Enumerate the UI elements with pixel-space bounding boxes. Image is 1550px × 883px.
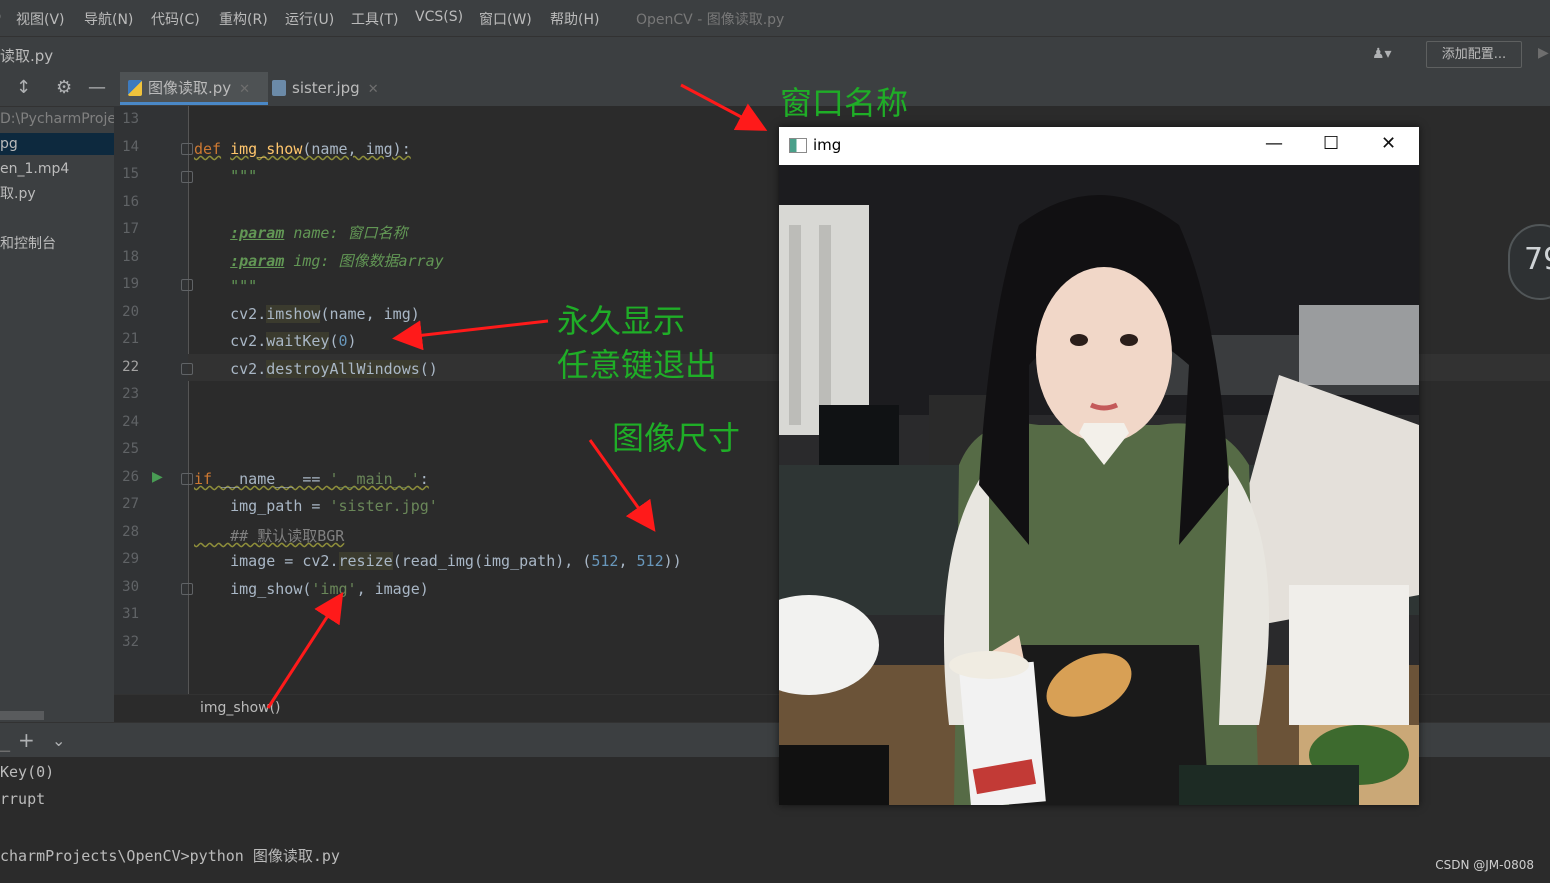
annotation-wait-key-1: 永久显示	[557, 302, 686, 340]
tab-label: sister.jpg	[292, 79, 360, 97]
tree-item[interactable]: en_1.mp4	[0, 158, 114, 180]
code-line-14: def img_show(name, img):	[194, 140, 411, 158]
chevron-down-icon[interactable]: ⌄	[52, 731, 65, 750]
terminal-tab-edge: _	[0, 728, 10, 752]
code-line-21: cv2.waitKey(0)	[194, 332, 357, 350]
close-tab-icon[interactable]: ✕	[239, 82, 250, 97]
code-line-27: img_path = 'sister.jpg'	[194, 497, 438, 515]
navigation-bar: 读取.py ♟▾ 添加配置... ▶	[0, 36, 1550, 73]
fold-marker[interactable]	[181, 171, 193, 183]
fold-marker[interactable]	[181, 473, 193, 485]
line-number: 32	[122, 634, 139, 650]
menu-run[interactable]: 运行(U)	[285, 9, 334, 29]
line-number: 23	[122, 386, 139, 402]
line-number: 20	[122, 304, 139, 320]
menu-vcs[interactable]: VCS(S)	[415, 9, 463, 25]
line-number: 13	[122, 111, 139, 127]
hide-icon[interactable]: —	[88, 77, 106, 98]
menu-refactor[interactable]: 重构(R)	[219, 9, 268, 29]
opencv-image-window[interactable]: img — ☐ ✕	[779, 127, 1419, 805]
project-root[interactable]: D:\PycharmProje	[0, 108, 114, 130]
line-number: 30	[122, 579, 139, 595]
window-title: OpenCV - 图像读取.py	[636, 12, 785, 28]
horizontal-scrollbar[interactable]	[0, 711, 44, 720]
maximize-button[interactable]: ☐	[1323, 133, 1339, 154]
fold-marker[interactable]	[181, 363, 193, 375]
menu-window[interactable]: 窗口(W)	[479, 9, 532, 29]
tab-label: 图像读取.py	[148, 79, 232, 97]
line-number: 25	[122, 441, 139, 457]
annotation-image-size: 图像尺寸	[612, 419, 741, 457]
app-icon	[789, 138, 807, 153]
terminal-line: charmProjects\OpenCV>python 图像读取.py	[0, 847, 340, 865]
line-number: 27	[122, 496, 139, 512]
project-panel: ↕ ⚙ — D:\PycharmProje pg en_1.mp4 取.py 和…	[0, 72, 114, 722]
project-toolbar: ↕ ⚙ —	[0, 72, 114, 107]
close-tab-icon[interactable]: ✕	[368, 82, 379, 97]
annotation-window-name: 窗口名称	[780, 84, 909, 122]
editor-gutter: 13 14 15 16 17 18 19 20 21 22 23 24 25 2…	[114, 106, 218, 694]
annotation-wait-key-2: 任意键退出	[557, 346, 718, 384]
line-number: 15	[122, 166, 139, 182]
nav-breadcrumb[interactable]: 读取.py	[0, 45, 53, 66]
line-number: 21	[122, 331, 139, 347]
add-configuration-button[interactable]: 添加配置...	[1426, 41, 1522, 68]
photo-illustration	[779, 165, 1419, 805]
menu-tools[interactable]: 工具(T)	[351, 9, 398, 29]
menu-help[interactable]: 帮助(H)	[550, 9, 599, 29]
line-number: 16	[122, 194, 139, 210]
fold-marker[interactable]	[181, 583, 193, 595]
code-line-20: cv2.imshow(name, img)	[194, 305, 420, 323]
line-number: 14	[122, 139, 139, 155]
line-number: 18	[122, 249, 139, 265]
tab-sister-jpg[interactable]: sister.jpg ✕	[272, 72, 392, 105]
editor-breadcrumb[interactable]: img_show()	[200, 700, 281, 716]
menu-bar: ) 视图(V) 导航(N) 代码(C) 重构(R) 运行(U) 工具(T) VC…	[0, 0, 1550, 36]
run-icon[interactable]: ▶	[1538, 45, 1549, 61]
fold-marker[interactable]	[181, 279, 193, 291]
menu-edge: )	[0, 9, 1, 25]
minimize-button[interactable]: —	[1265, 133, 1283, 154]
code-line-30: img_show('img', image)	[194, 580, 429, 598]
photo-image	[779, 165, 1419, 805]
line-number: 17	[122, 221, 139, 237]
python-file-icon	[128, 80, 142, 96]
tab-image-read[interactable]: 图像读取.py ✕	[120, 72, 268, 105]
collapse-icon[interactable]: ↕	[16, 77, 31, 98]
code-line-19: """	[194, 277, 258, 295]
line-number: 31	[122, 606, 139, 622]
code-line-15: """	[194, 167, 258, 185]
line-number: 29	[122, 551, 139, 567]
code-line-26: if __name__ == '__main__':	[194, 470, 429, 488]
menu-view[interactable]: 视图(V)	[16, 9, 65, 29]
code-line-17: :param name: 窗口名称	[230, 224, 408, 242]
run-gutter-icon[interactable]: ▶	[152, 469, 163, 485]
code-line-18: :param img: 图像数据array	[230, 252, 444, 270]
user-icon[interactable]: ♟▾	[1372, 46, 1392, 62]
line-number: 24	[122, 414, 139, 430]
fold-marker[interactable]	[181, 143, 193, 155]
close-button[interactable]: ✕	[1381, 133, 1396, 154]
tree-item[interactable]: 取.py	[0, 183, 114, 205]
image-window-title: img	[813, 136, 842, 154]
line-number-current: 22	[122, 359, 139, 375]
code-line-29: image = cv2.resize(read_img(img_path), (…	[194, 552, 682, 570]
menu-navigate[interactable]: 导航(N)	[84, 9, 133, 29]
watermark: CSDN @JM-0808	[1435, 858, 1534, 872]
code-line-22: cv2.destroyAllWindows()	[194, 360, 438, 378]
menu-code[interactable]: 代码(C)	[151, 9, 200, 29]
terminal-line: Key(0)	[0, 763, 55, 781]
gear-icon[interactable]: ⚙	[56, 77, 72, 98]
terminal-line: rrupt	[0, 790, 46, 808]
gauge-value: 79	[1524, 242, 1550, 277]
code-line-28: ## 默认读取BGR	[194, 527, 345, 545]
add-icon[interactable]: +	[18, 728, 35, 752]
line-number: 28	[122, 524, 139, 540]
image-file-icon	[272, 80, 286, 96]
line-number: 26	[122, 469, 139, 485]
tree-item[interactable]: pg	[0, 133, 114, 155]
tree-item[interactable]: 和控制台	[0, 233, 114, 255]
line-number: 19	[122, 276, 139, 292]
